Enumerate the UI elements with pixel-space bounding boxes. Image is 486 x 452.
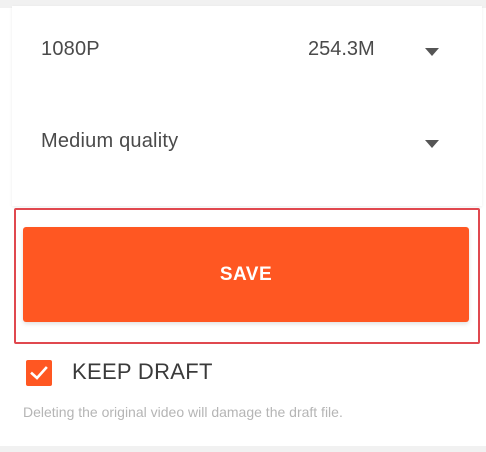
quality-selector[interactable]: Medium quality <box>12 116 482 176</box>
caret-down-icon[interactable] <box>425 140 439 148</box>
keep-draft-label: KEEP DRAFT <box>72 359 213 384</box>
draft-warning-note: Deleting the original video will damage … <box>23 404 343 420</box>
checkbox-checked[interactable] <box>26 360 52 386</box>
keep-draft-checkbox[interactable]: KEEP DRAFT <box>26 358 286 388</box>
file-size-value: 254.3M <box>308 38 375 60</box>
caret-down-icon[interactable] <box>425 48 439 56</box>
bottom-strip <box>0 446 486 452</box>
quality-value: Medium quality <box>41 130 179 152</box>
save-button[interactable]: SAVE <box>23 227 469 322</box>
resolution-value: 1080P <box>41 38 100 60</box>
checkmark-icon <box>30 366 48 380</box>
resolution-selector[interactable]: 1080P 254.3M <box>12 24 482 84</box>
export-settings-card: 1080P 254.3M Medium quality <box>12 6 482 206</box>
